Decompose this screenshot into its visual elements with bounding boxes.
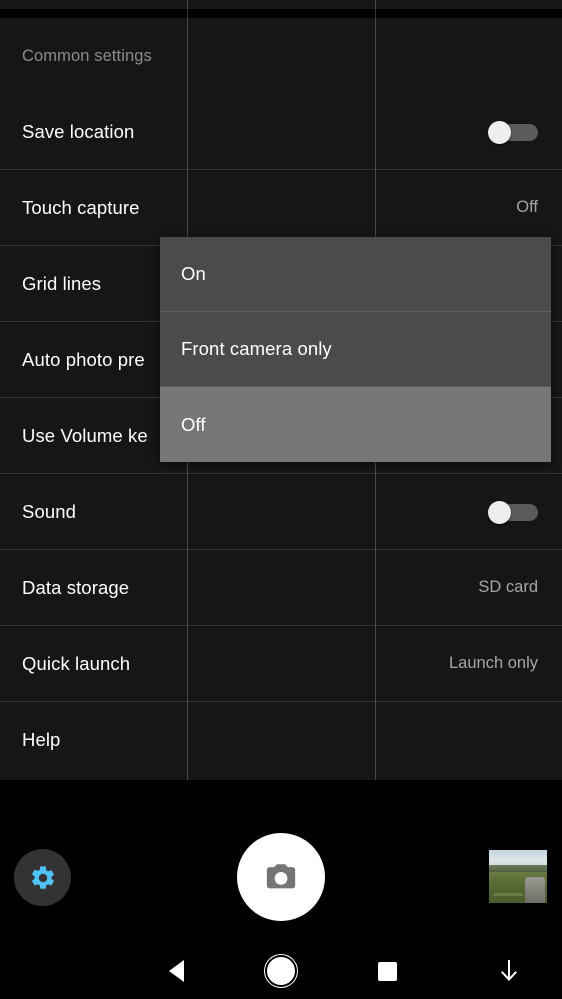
dropdown-popup: On Front camera only Off <box>160 237 551 462</box>
dropdown-option-label: Off <box>181 413 206 435</box>
thumbnail-field-detail <box>493 892 523 896</box>
row-label-save-location: Save location <box>22 120 135 142</box>
settings-row-data-storage[interactable]: Data storage SD card <box>0 550 562 626</box>
dropdown-option-front-camera-only[interactable]: Front camera only <box>160 312 551 387</box>
dropdown-option-off[interactable]: Off <box>160 387 551 462</box>
row-label-auto-photo-preview: Auto photo pre <box>22 348 145 370</box>
nav-recents-button[interactable] <box>352 943 422 999</box>
gallery-thumbnail-button[interactable] <box>489 850 547 903</box>
row-label-quick-launch: Quick launch <box>22 652 131 674</box>
back-triangle-icon <box>168 960 184 982</box>
arrow-down-icon <box>501 960 517 981</box>
row-label-grid-lines: Grid lines <box>22 272 102 294</box>
settings-row-touch-capture[interactable]: Touch capture Off <box>0 170 562 246</box>
nav-home-button[interactable] <box>246 943 316 999</box>
nav-back-button[interactable] <box>141 943 211 999</box>
row-label-touch-capture: Touch capture <box>22 196 140 218</box>
recents-square-icon <box>377 961 397 981</box>
camera-icon <box>266 864 296 889</box>
section-header-label: Common settings <box>22 46 152 65</box>
nav-dismiss-button[interactable] <box>474 943 544 999</box>
home-circle-icon <box>267 957 295 985</box>
camera-settings-screen: Common settings Save location Touch capt… <box>0 0 562 999</box>
settings-row-sound[interactable]: Sound <box>0 474 562 550</box>
row-label-use-volume-key: Use Volume ke <box>22 424 148 446</box>
row-label-help: Help <box>22 729 61 750</box>
panel-top-strip <box>0 0 562 9</box>
camera-control-bar <box>0 780 562 943</box>
row-value-quick-launch: Launch only <box>449 654 538 672</box>
dropdown-option-label: On <box>181 263 206 284</box>
settings-row-save-location[interactable]: Save location <box>0 94 562 170</box>
settings-button[interactable] <box>14 849 71 906</box>
settings-section-header: Common settings <box>0 18 562 94</box>
settings-panel: Common settings Save location Touch capt… <box>0 0 562 780</box>
dropdown-option-on[interactable]: On <box>160 237 551 312</box>
shutter-button[interactable] <box>237 833 325 921</box>
android-navigation-bar <box>0 943 562 999</box>
status-black-band <box>0 9 562 18</box>
row-value-data-storage: SD card <box>478 578 538 596</box>
row-value-touch-capture: Off <box>516 198 538 216</box>
gear-icon <box>31 865 54 889</box>
toggle-thumb <box>488 500 511 524</box>
toggle-save-location[interactable] <box>488 120 538 144</box>
toggle-sound[interactable] <box>488 500 538 524</box>
row-label-data-storage: Data storage <box>22 576 130 598</box>
thumbnail-rock <box>525 877 545 903</box>
settings-row-help[interactable]: Help <box>0 702 562 778</box>
dropdown-option-label: Front camera only <box>181 338 332 359</box>
toggle-thumb <box>488 120 511 144</box>
row-label-sound: Sound <box>22 500 76 522</box>
settings-row-quick-launch[interactable]: Quick launch Launch only <box>0 626 562 702</box>
